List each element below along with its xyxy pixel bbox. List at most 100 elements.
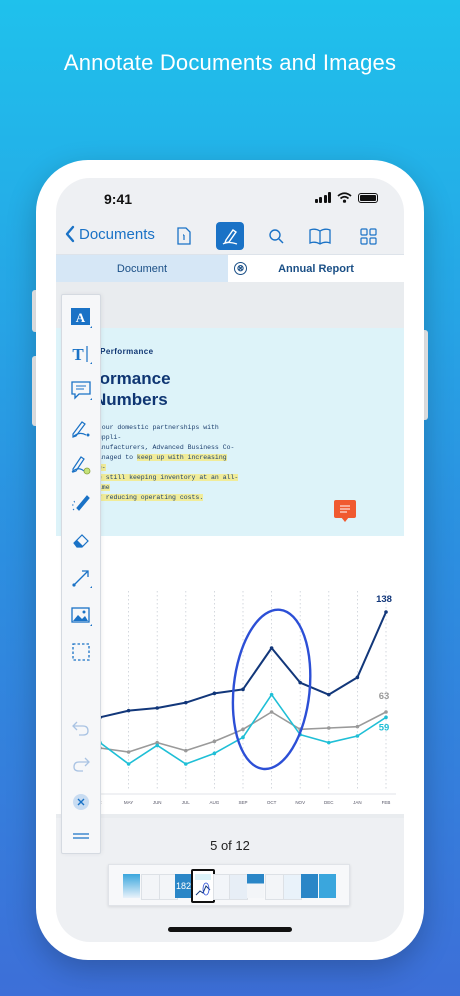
- data-point: [269, 710, 274, 714]
- freehand-pen-icon: [72, 421, 90, 438]
- section-kicker: r Performance: [94, 347, 154, 356]
- data-label: 59: [379, 722, 390, 733]
- data-point: [384, 610, 388, 614]
- data-point: [384, 715, 388, 720]
- data-point: [126, 708, 131, 713]
- data-label: 63: [379, 691, 390, 702]
- eraser-tool[interactable]: [66, 527, 96, 553]
- redo-button[interactable]: [66, 751, 96, 777]
- data-point: [298, 680, 302, 685]
- data-point: [241, 687, 245, 692]
- note-comment-icon: [71, 381, 92, 400]
- x-tick-label: OCT: [267, 800, 277, 805]
- page-thumbnail[interactable]: [229, 874, 248, 900]
- body-line: de still keeping inventory at an all-tim…: [94, 473, 240, 493]
- data-point: [241, 735, 245, 740]
- data-point: [241, 727, 245, 732]
- annotate-mode-button[interactable]: [216, 222, 244, 250]
- x-tick-label: JUN: [153, 800, 162, 805]
- data-point: [212, 751, 217, 756]
- tab-document-label: Document: [116, 263, 168, 275]
- document-sheet: r Performance formance Numbers n our dom…: [56, 328, 404, 814]
- line-tool[interactable]: [66, 565, 96, 591]
- phone-power-button: [424, 330, 428, 420]
- data-point: [355, 724, 360, 729]
- page-thumbnail[interactable]: [123, 874, 140, 898]
- grid-icon: [359, 227, 377, 245]
- smart-pen-icon: [72, 495, 90, 511]
- x-tick-label: MAY: [124, 800, 133, 805]
- document-info-button[interactable]: [170, 222, 198, 250]
- typewriter-tool[interactable]: T: [66, 341, 96, 367]
- back-to-documents-button[interactable]: Documents: [64, 225, 155, 243]
- text-box-tool[interactable]: A: [66, 305, 96, 331]
- data-point: [327, 740, 331, 745]
- data-point: [126, 762, 131, 766]
- app-screen: 9:41 Documents Document ⊗ Annual Report …: [56, 178, 404, 942]
- page-thumbnail[interactable]: [319, 874, 336, 898]
- thumbnail-grid-button[interactable]: [354, 222, 382, 250]
- search-button[interactable]: [262, 222, 290, 250]
- data-point: [155, 743, 159, 748]
- body-line: n our domestic partnerships with suppli-: [94, 424, 219, 441]
- close-tab-icon[interactable]: ⊗: [234, 262, 247, 275]
- page-thumbnail-current[interactable]: [191, 869, 215, 903]
- x-tick-label: FEB: [382, 800, 391, 805]
- navigation-bar: Documents: [56, 218, 404, 254]
- line-chart: RMAYJUNJULAUGSEPOCTNOVDECJANFEB1386359: [94, 591, 396, 805]
- selection-tool[interactable]: [66, 639, 96, 665]
- x-tick-label: JAN: [353, 800, 362, 805]
- tab-annual-report-label: Annual Report: [278, 263, 354, 275]
- data-point: [155, 706, 159, 710]
- note-tool[interactable]: [66, 377, 96, 403]
- undo-button[interactable]: [66, 715, 96, 741]
- status-icons: [314, 192, 378, 203]
- reader-book-icon: [309, 228, 331, 245]
- page-thumbnail[interactable]: [301, 874, 318, 898]
- highlighted-text[interactable]: er reducing operating costs.: [94, 494, 204, 501]
- page-thumbnail-strip[interactable]: 182: [108, 864, 350, 906]
- line-arrow-icon: [72, 570, 92, 588]
- selection-icon: [72, 643, 90, 661]
- data-point: [184, 700, 188, 705]
- image-stamp-icon: [71, 607, 92, 626]
- data-label: 138: [376, 594, 392, 605]
- typewriter-icon: T: [72, 345, 92, 364]
- page-thumbnail[interactable]: 182: [175, 874, 192, 898]
- annotation-toolbar: A T: [61, 294, 101, 854]
- note-lines-icon: [340, 505, 350, 513]
- page-thumbnail[interactable]: [247, 874, 264, 898]
- data-point: [384, 710, 388, 714]
- tab-annual-report[interactable]: ⊗ Annual Report: [228, 255, 404, 283]
- page-thumbnail[interactable]: [283, 874, 302, 900]
- body-line: er reducing operating costs.: [94, 493, 240, 503]
- body-paragraph: n our domestic partnerships with suppli-…: [94, 423, 240, 503]
- image-tool[interactable]: [66, 603, 96, 629]
- search-icon: [268, 228, 284, 244]
- home-indicator[interactable]: [168, 927, 292, 932]
- x-tick-label: JUL: [182, 800, 190, 805]
- highlighter-pen-icon: [71, 456, 91, 475]
- highlighter-tool[interactable]: [66, 451, 96, 477]
- chevron-left-icon: [65, 225, 75, 243]
- document-page-area[interactable]: r Performance formance Numbers n our dom…: [56, 282, 404, 818]
- reader-view-button[interactable]: [306, 222, 334, 250]
- comment-note-icon[interactable]: [334, 500, 356, 522]
- page-thumbnail[interactable]: [265, 874, 284, 900]
- close-toolbar-icon: [73, 794, 89, 810]
- document-info-icon: [177, 227, 191, 245]
- tab-document[interactable]: Document: [56, 255, 228, 283]
- data-point: [184, 748, 188, 753]
- freehand-tool[interactable]: [66, 415, 96, 441]
- highlighted-text[interactable]: de still keeping inventory at an all-tim…: [94, 474, 239, 491]
- body-line: managed to keep up with increasing de-: [94, 453, 240, 473]
- close-toolbar-button[interactable]: [66, 789, 96, 815]
- smart-ink-tool[interactable]: [66, 489, 96, 515]
- data-point: [355, 675, 360, 680]
- page-thumbnail[interactable]: [141, 874, 160, 900]
- data-point: [269, 646, 274, 650]
- undo-icon: [72, 721, 89, 736]
- thumbnail-chart-icon: [195, 874, 211, 896]
- data-point: [212, 691, 217, 696]
- section-title-line-2: Numbers: [94, 390, 168, 409]
